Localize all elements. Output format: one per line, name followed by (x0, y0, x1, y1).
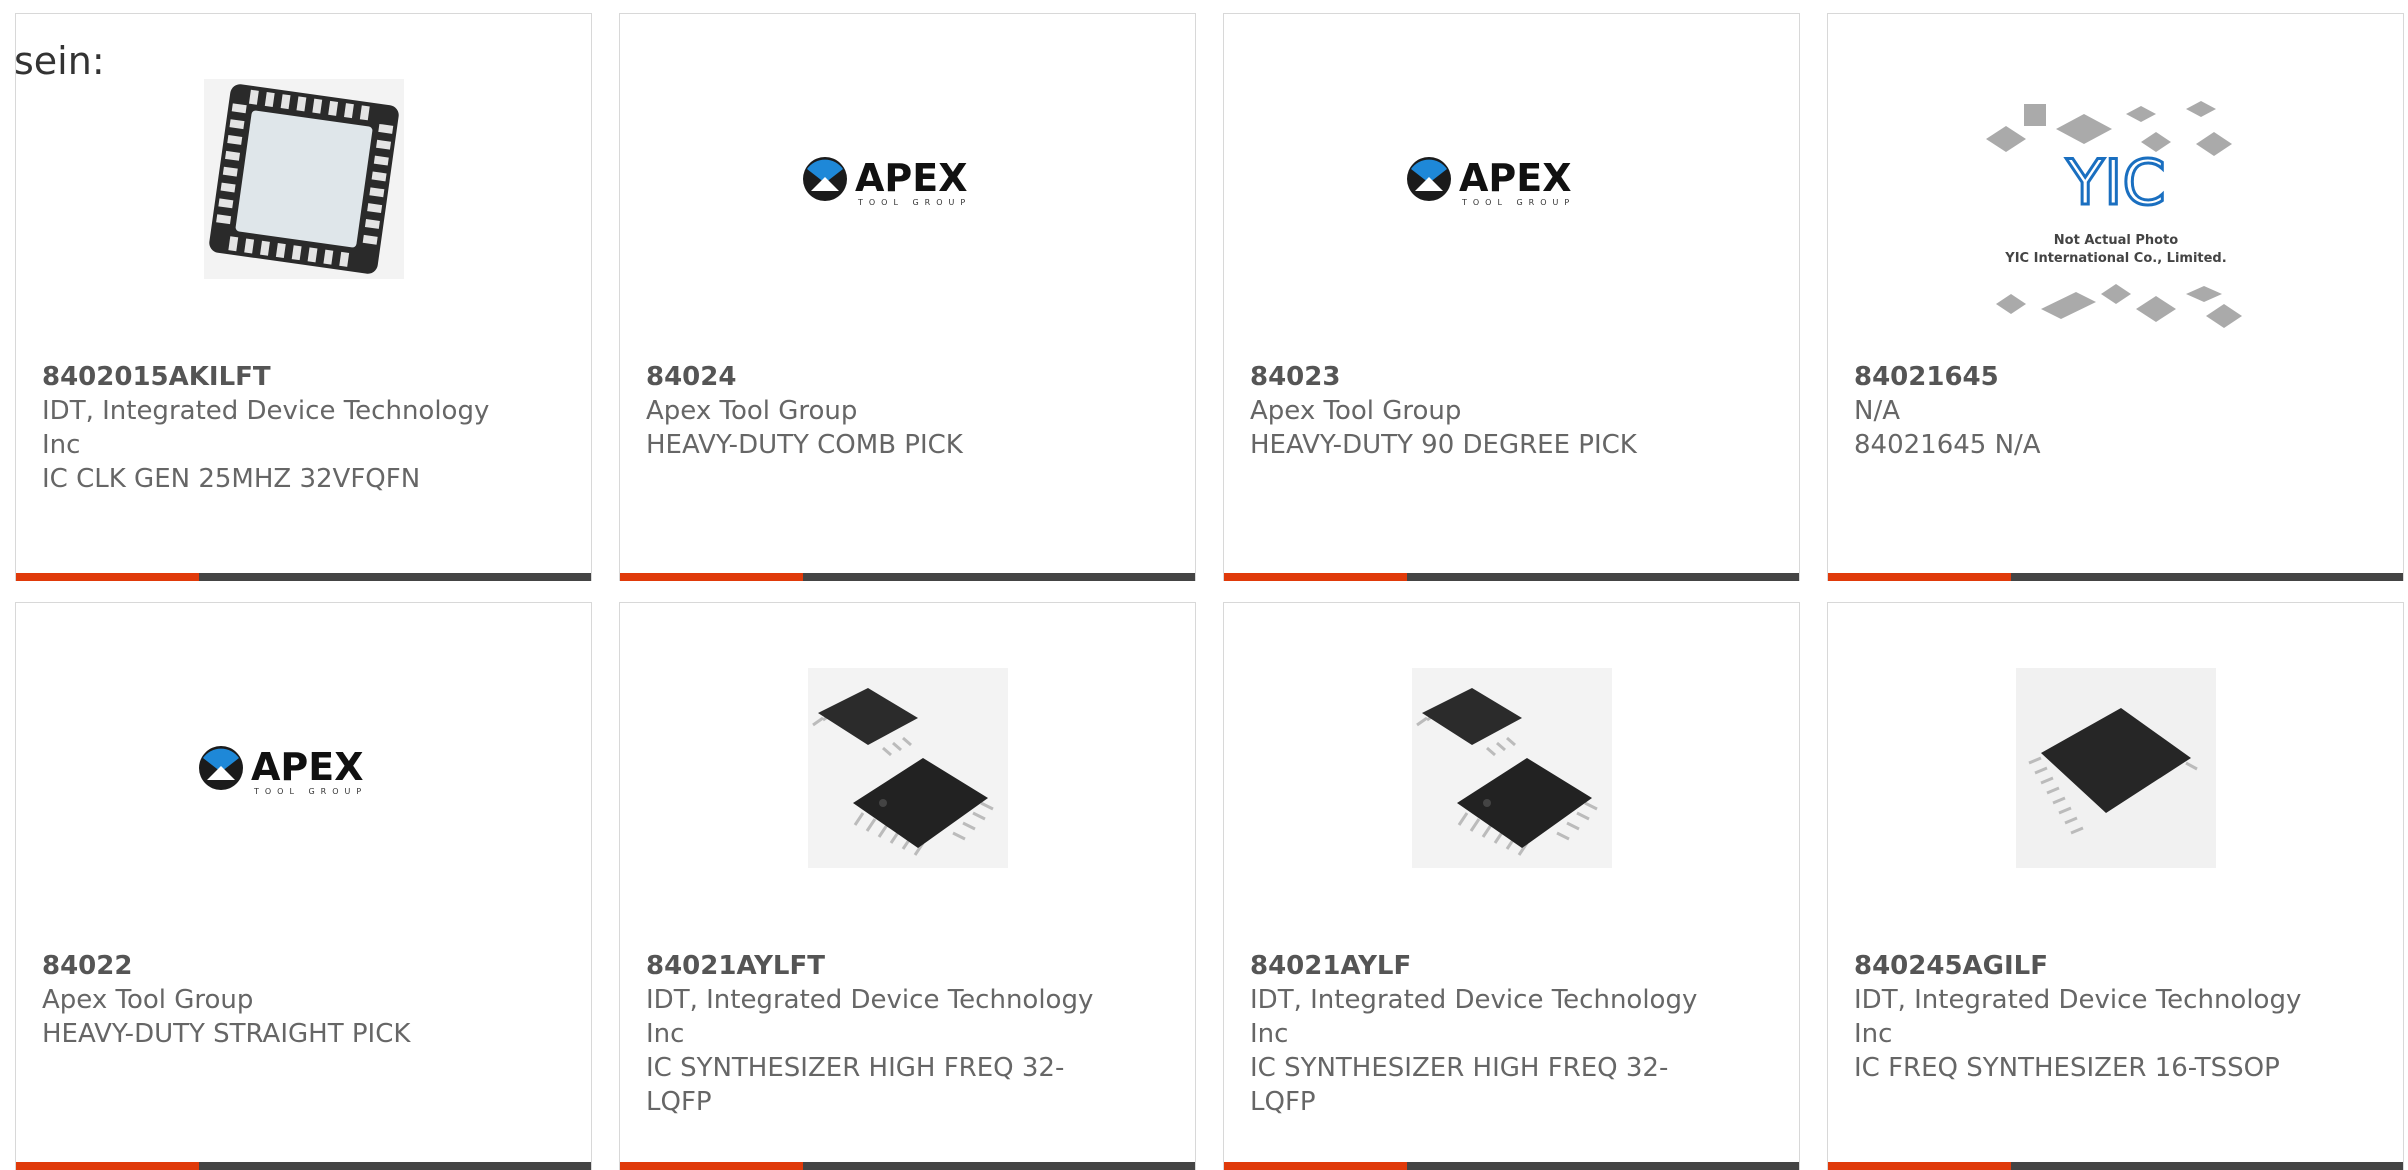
description: IC FREQ SYNTHESIZER 16-TSSOP (1854, 1053, 2280, 1083)
svg-text:YIC: YIC (2065, 146, 2165, 219)
product-image[interactable] (1224, 663, 1799, 873)
part-number[interactable]: 84022 (42, 949, 492, 983)
part-number[interactable]: 840245AGILF (1854, 949, 2304, 983)
product-card[interactable]: 84021AYLFT IDT, Integrated Device Techno… (619, 602, 1196, 1170)
lqfp-chip-image (1411, 668, 1612, 868)
product-image[interactable] (1828, 663, 2403, 873)
product-card[interactable]: APEX TOOL GROUP 84022 Apex Tool Group HE… (15, 602, 592, 1170)
card-bar (16, 573, 591, 581)
description: HEAVY-DUTY STRAIGHT PICK (42, 1019, 411, 1049)
product-card[interactable]: APEX TOOL GROUP 84023 Apex Tool Group HE… (1223, 13, 1800, 581)
product-card[interactable]: APEX TOOL GROUP 84024 Apex Tool Group HE… (619, 13, 1196, 581)
image-caption-2: YIC International Co., Limited. (2004, 251, 2226, 266)
tssop-chip-image (2015, 668, 2216, 868)
manufacturer: Apex Tool Group (646, 396, 858, 426)
description: IC CLK GEN 25MHZ 32VFQFN (42, 464, 421, 494)
svg-text:TOOL GROUP: TOOL GROUP (857, 198, 971, 207)
product-image[interactable]: APEX TOOL GROUP (620, 74, 1195, 284)
svg-text:TOOL GROUP: TOOL GROUP (1461, 198, 1575, 207)
part-number[interactable]: 84021645 (1854, 360, 2304, 394)
manufacturer: Apex Tool Group (42, 985, 254, 1015)
part-number[interactable]: 84024 (646, 360, 1096, 394)
description: 84021645 N/A (1854, 430, 2041, 460)
manufacturer: N/A (1854, 396, 1900, 426)
svg-text:APEX: APEX (251, 745, 364, 789)
apex-tool-group-logo: APEX TOOL GROUP (198, 745, 367, 796)
description: HEAVY-DUTY COMB PICK (646, 430, 963, 460)
product-image[interactable]: YIC Not Actual Photo YIC International C… (1828, 94, 2403, 344)
part-number[interactable]: 8402015AKILFT (42, 360, 492, 394)
product-grid: 8402015AKILFT IDT, Integrated Device Tec… (0, 0, 2408, 1170)
card-bar (620, 1162, 1195, 1170)
product-card[interactable]: 840245AGILF IDT, Integrated Device Techn… (1827, 602, 2404, 1170)
part-number[interactable]: 84021AYLF (1250, 949, 1700, 983)
card-bar (1828, 573, 2403, 581)
product-image[interactable] (620, 663, 1195, 873)
prefix-text: sein: (14, 39, 105, 83)
svg-text:TOOL GROUP: TOOL GROUP (253, 787, 367, 796)
product-card[interactable]: 8402015AKILFT IDT, Integrated Device Tec… (15, 13, 592, 581)
manufacturer: IDT, Integrated Device Technology Inc (1250, 985, 1698, 1049)
apex-tool-group-logo: APEX TOOL GROUP (802, 156, 971, 207)
yic-placeholder-image: YIC Not Actual Photo YIC International C… (1985, 101, 2242, 328)
svg-text:APEX: APEX (855, 156, 968, 200)
svg-text:APEX: APEX (1459, 156, 1572, 200)
manufacturer: IDT, Integrated Device Technology Inc (1854, 985, 2302, 1049)
product-image[interactable]: APEX TOOL GROUP (16, 663, 591, 873)
description: IC SYNTHESIZER HIGH FREQ 32-LQFP (646, 1053, 1065, 1117)
product-image[interactable]: APEX TOOL GROUP (1224, 74, 1799, 284)
product-image[interactable] (16, 74, 591, 284)
manufacturer: IDT, Integrated Device Technology Inc (42, 396, 490, 460)
card-bar (16, 1162, 591, 1170)
lqfp-chip-image (807, 668, 1008, 868)
manufacturer: Apex Tool Group (1250, 396, 1462, 426)
product-card[interactable]: YIC Not Actual Photo YIC International C… (1827, 13, 2404, 581)
card-bar (620, 573, 1195, 581)
card-bar (1224, 1162, 1799, 1170)
product-card[interactable]: 84021AYLF IDT, Integrated Device Technol… (1223, 602, 1800, 1170)
qfn-chip-image (203, 79, 404, 279)
card-bar (1828, 1162, 2403, 1170)
part-number[interactable]: 84021AYLFT (646, 949, 1096, 983)
manufacturer: IDT, Integrated Device Technology Inc (646, 985, 1094, 1049)
apex-tool-group-logo: APEX TOOL GROUP (1406, 156, 1575, 207)
card-bar (1224, 573, 1799, 581)
description: HEAVY-DUTY 90 DEGREE PICK (1250, 430, 1637, 460)
description: IC SYNTHESIZER HIGH FREQ 32-LQFP (1250, 1053, 1669, 1117)
part-number[interactable]: 84023 (1250, 360, 1700, 394)
image-caption-1: Not Actual Photo (2053, 233, 2177, 248)
